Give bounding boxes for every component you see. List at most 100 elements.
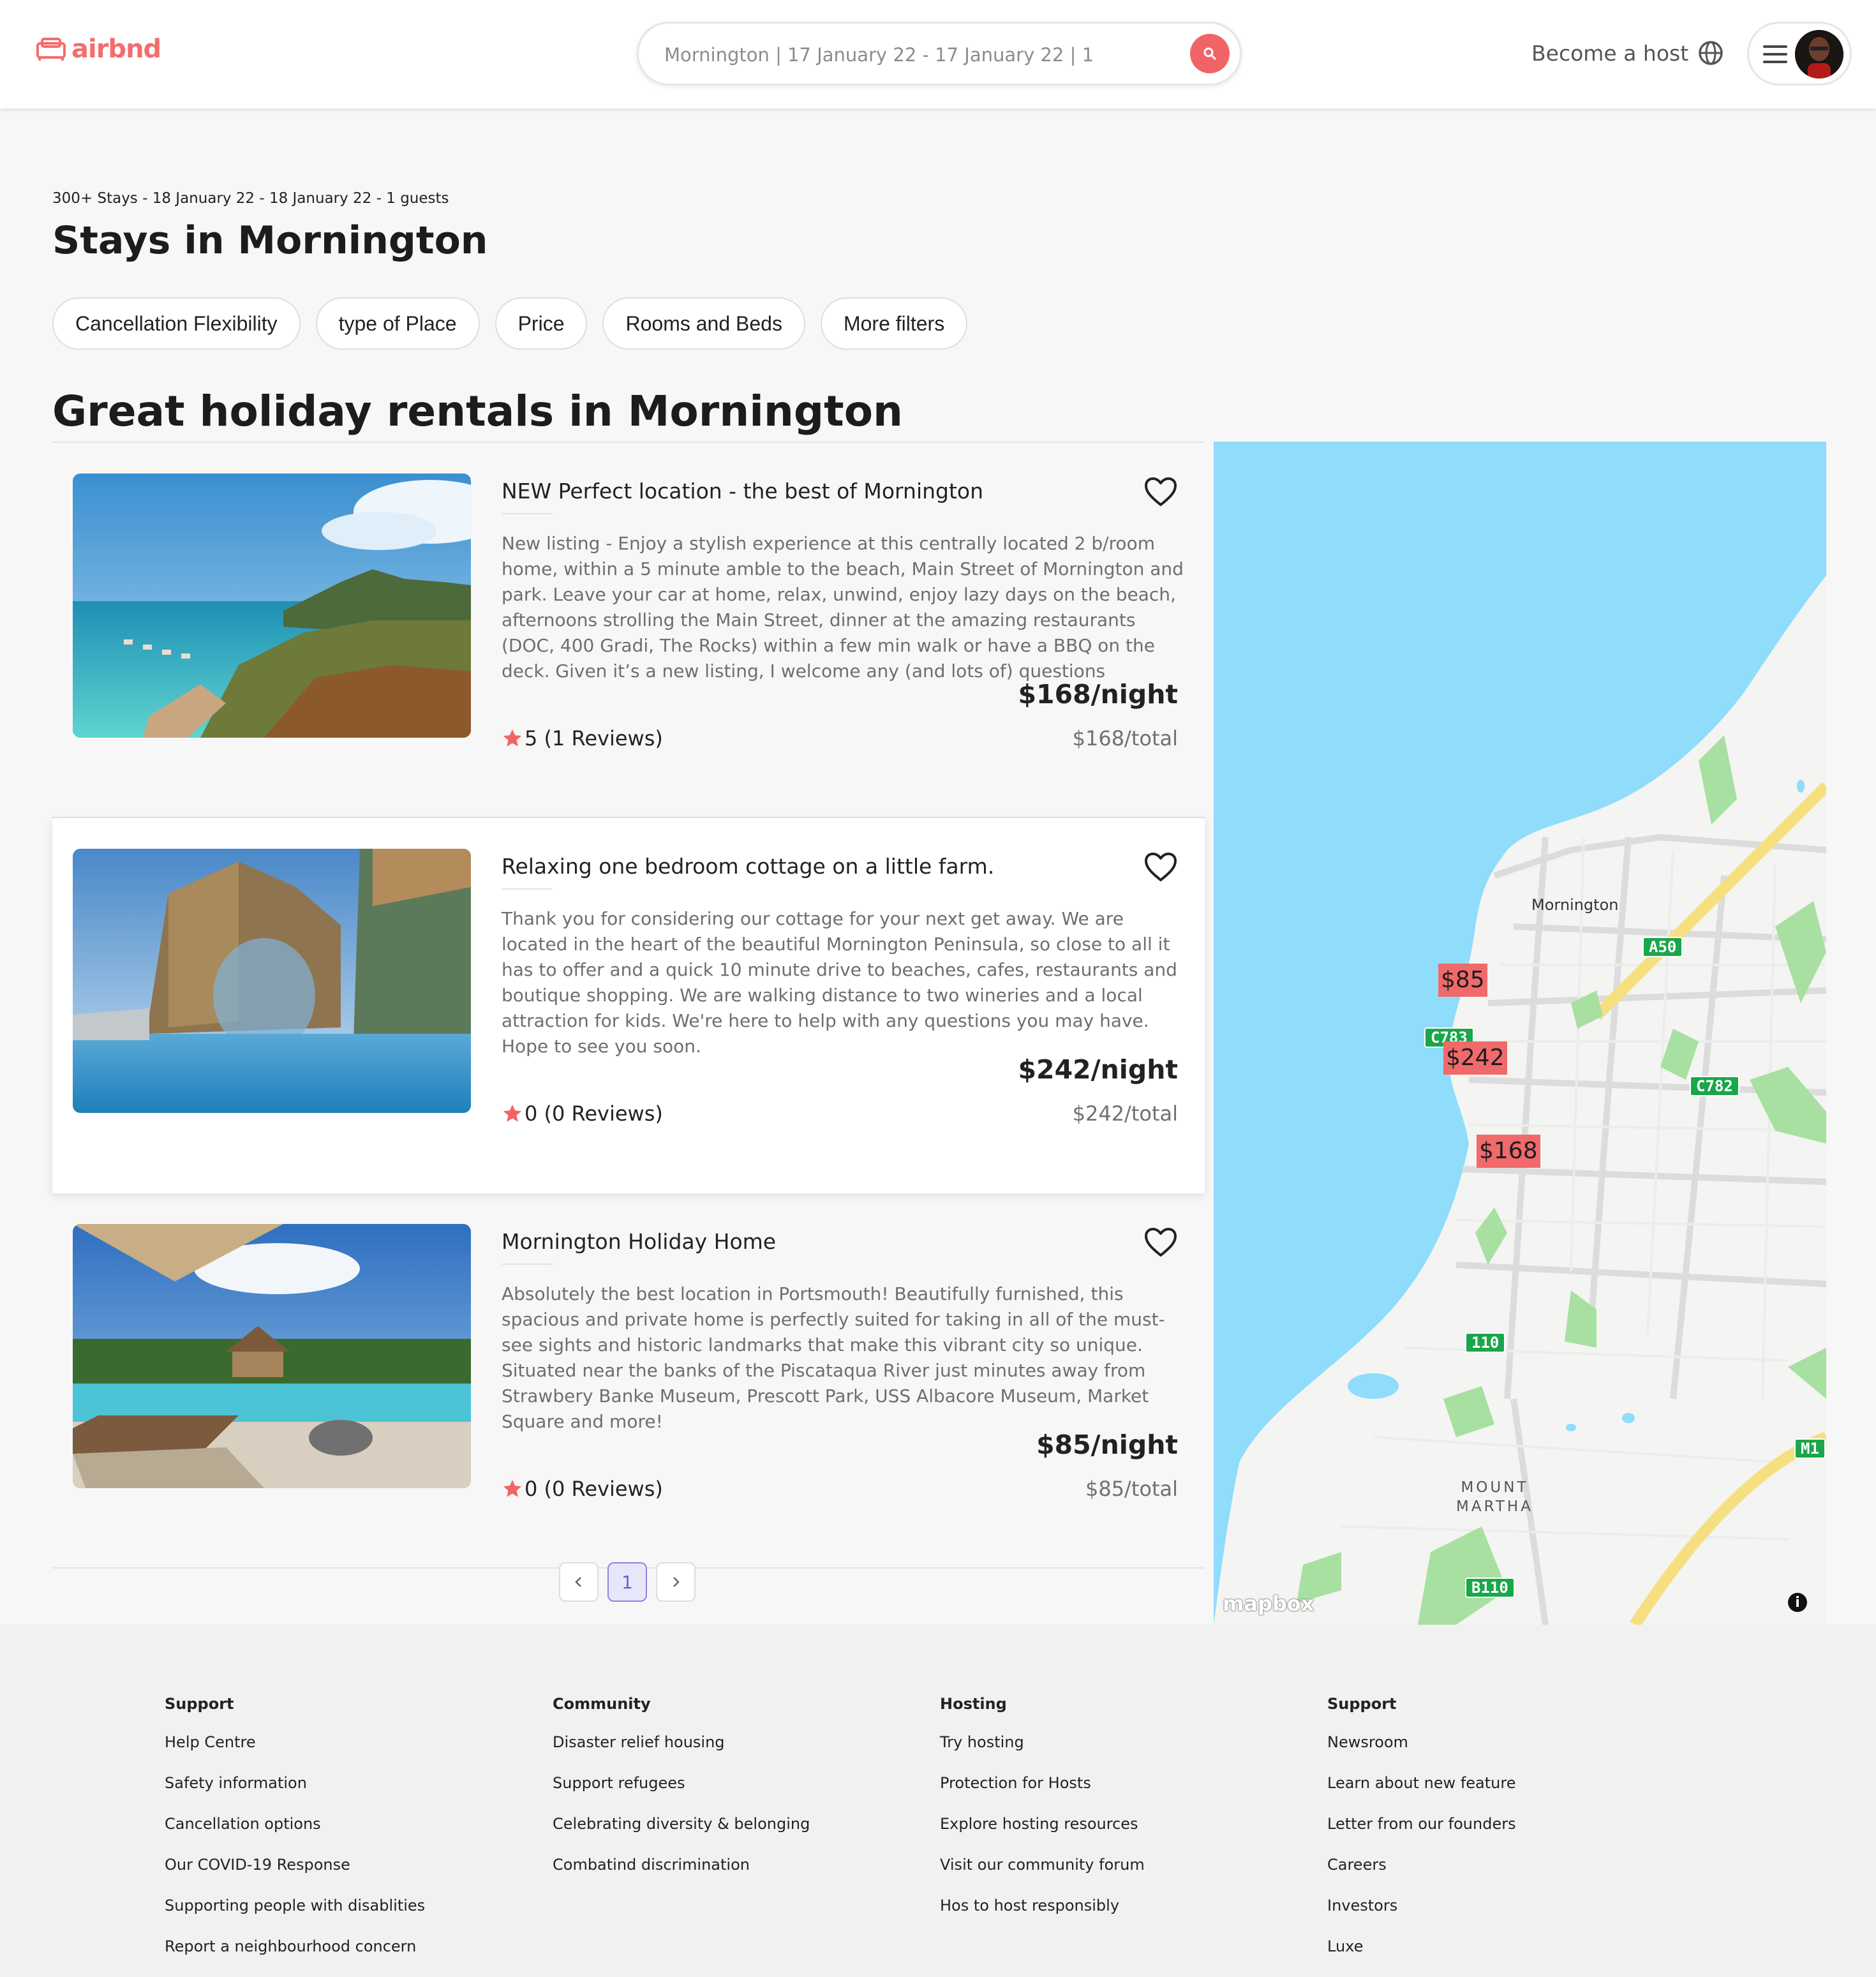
page-number-button[interactable]: 1 [607, 1562, 647, 1602]
listing-photo[interactable] [73, 1224, 471, 1488]
chevron-right-icon [673, 1577, 680, 1587]
footer-link[interactable]: Letter from our founders [1327, 1815, 1516, 1856]
footer-link[interactable]: Support refugees [553, 1774, 810, 1815]
footer-heading: Support [1327, 1695, 1397, 1713]
divider [502, 513, 553, 514]
filter-rooms-and-beds[interactable]: Rooms and Beds [602, 297, 805, 350]
footer-link[interactable]: Investors [1327, 1897, 1516, 1937]
footer-column-support: Support Help Centre Safety information C… [165, 1695, 425, 1977]
listing-total: $85/total [1085, 1477, 1178, 1501]
listing-total: $242/total [1072, 1101, 1178, 1126]
footer-link[interactable]: Safety information [165, 1774, 425, 1815]
heart-icon[interactable] [1143, 851, 1178, 883]
map-view[interactable]: Mornington MOUNT MARTHA A50 C783 C782 11… [1214, 442, 1826, 1625]
logo-text: airbnd [71, 34, 161, 64]
become-host-link[interactable]: Become a host [1531, 41, 1688, 66]
page-title: Stays in Mornington [52, 218, 488, 263]
footer-link[interactable]: Combatind discrimination [553, 1856, 810, 1897]
footer-link[interactable]: Help Centre [165, 1733, 425, 1774]
map-canvas [1214, 442, 1826, 1625]
listing-photo[interactable] [73, 474, 471, 738]
top-header: airbnd Mornington | 17 January 22 - 17 J… [0, 0, 1876, 108]
listing-description: Absolutely the best location in Portsmou… [502, 1283, 1165, 1432]
section-title: Great holiday rentals in Mornington [52, 387, 904, 436]
footer-link[interactable]: Visit our community forum [940, 1856, 1145, 1897]
footer-heading: Hosting [940, 1695, 1007, 1713]
listing-title[interactable]: Relaxing one bedroom cottage on a little… [502, 854, 994, 879]
previous-page-button[interactable] [559, 1562, 599, 1602]
footer-link[interactable]: Hos to host responsibly [940, 1897, 1145, 1937]
listing-card[interactable]: Relaxing one bedroom cottage on a little… [52, 818, 1205, 1193]
listing-title[interactable]: NEW Perfect location - the best of Morni… [502, 479, 983, 504]
footer-link[interactable]: Cancellation options [165, 1815, 425, 1856]
footer-column-hosting: Hosting Try hosting Protection for Hosts… [940, 1695, 1145, 1937]
mapbox-attribution[interactable]: mapbox [1223, 1592, 1314, 1616]
map-price-pin[interactable]: $85 [1438, 964, 1487, 997]
map-price-pin[interactable]: $242 [1443, 1041, 1507, 1075]
filter-bar: Cancellation Flexibility type of Place P… [52, 297, 968, 350]
search-button[interactable] [1190, 34, 1230, 73]
avatar [1795, 30, 1843, 78]
footer-link[interactable]: Learn about new feature [1327, 1774, 1516, 1815]
heart-icon[interactable] [1143, 1227, 1178, 1258]
map-town-label: Mornington [1531, 896, 1619, 914]
listing-price: $242/night [1018, 1054, 1178, 1085]
listing-title[interactable]: Mornington Holiday Home [502, 1229, 776, 1254]
menu-icon [1763, 45, 1787, 63]
footer: Support Help Centre Safety information C… [0, 1625, 1876, 1977]
heart-icon[interactable] [1143, 476, 1178, 508]
footer-link[interactable]: Newsroom [1327, 1733, 1516, 1774]
airbnd-logo-icon [36, 38, 66, 61]
footer-link[interactable]: Explore hosting resources [940, 1815, 1145, 1856]
logo[interactable]: airbnd [36, 34, 161, 64]
star-icon [503, 729, 522, 747]
filter-cancellation-flexibility[interactable]: Cancellation Flexibility [52, 297, 301, 350]
search-icon [1203, 47, 1216, 60]
listing-photo[interactable] [73, 849, 471, 1113]
filter-type-of-place[interactable]: type of Place [315, 297, 480, 350]
footer-heading: Community [553, 1695, 651, 1713]
footer-link[interactable]: Celebrating diversity & belonging [553, 1815, 810, 1856]
star-icon [503, 1479, 522, 1497]
rating-text: 0 (0 Reviews) [525, 1101, 663, 1126]
footer-link[interactable]: Luxe [1327, 1937, 1516, 1977]
map-suburb-label-line1: MOUNT [1461, 1479, 1529, 1496]
road-badge: A50 [1642, 937, 1683, 957]
rating-text: 5 (1 Reviews) [525, 726, 663, 750]
footer-link[interactable]: Disaster relief housing [553, 1733, 810, 1774]
listing-card[interactable]: NEW Perfect location - the best of Morni… [52, 443, 1205, 818]
search-bar[interactable]: Mornington | 17 January 22 - 17 January … [637, 22, 1242, 86]
divider [502, 1264, 553, 1265]
pagination: 1 [559, 1562, 696, 1602]
footer-link[interactable]: Our COVID-19 Response [165, 1856, 425, 1897]
user-menu-button[interactable] [1747, 22, 1852, 86]
globe-icon[interactable] [1697, 40, 1724, 66]
filter-price[interactable]: Price [495, 297, 588, 350]
listing-price: $168/night [1018, 679, 1178, 710]
road-badge: 110 [1465, 1332, 1506, 1353]
info-icon[interactable]: i [1788, 1593, 1807, 1612]
footer-column-company: Support Newsroom Learn about new feature… [1327, 1695, 1516, 1977]
footer-link[interactable]: Protection for Hosts [940, 1774, 1145, 1815]
map-suburb-label-line2: MARTHA [1456, 1498, 1533, 1515]
road-badge: B110 [1465, 1578, 1515, 1598]
map-price-pin[interactable]: $168 [1477, 1135, 1540, 1168]
road-badge: C782 [1690, 1076, 1739, 1096]
map-suburb-label: MOUNT MARTHA [1456, 1478, 1533, 1516]
footer-link[interactable]: Supporting people with disablities [165, 1897, 425, 1937]
listing-card[interactable]: Mornington Holiday Home Absolutely the b… [52, 1193, 1205, 1569]
footer-link[interactable]: Try hosting [940, 1733, 1145, 1774]
footer-heading: Support [165, 1695, 234, 1713]
footer-link[interactable]: Careers [1327, 1856, 1516, 1897]
listing-rating: 0 (0 Reviews) [502, 1101, 663, 1126]
listing-price: $85/night [1036, 1429, 1178, 1460]
listing-rating: 5 (1 Reviews) [502, 726, 663, 750]
footer-link[interactable]: Report a neighbourhood concern [165, 1937, 425, 1977]
footer-column-community: Community Disaster relief housing Suppor… [553, 1695, 810, 1897]
results-summary: 300+ Stays - 18 January 22 - 18 January … [52, 190, 449, 207]
listing-description: Thank you for considering our cottage fo… [502, 908, 1177, 1057]
listing-description: New listing - Enjoy a stylish experience… [502, 533, 1184, 682]
next-page-button[interactable] [656, 1562, 696, 1602]
filter-more-filters[interactable]: More filters [820, 297, 968, 350]
star-icon [503, 1104, 522, 1122]
